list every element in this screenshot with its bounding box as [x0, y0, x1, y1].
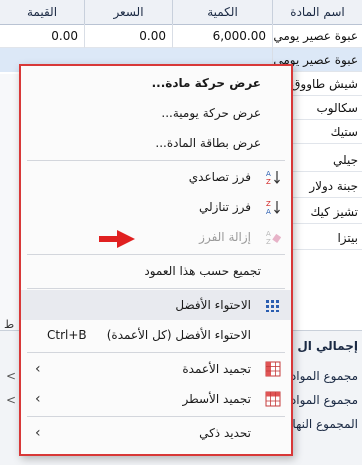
menu-item-label: تجميع حسب هذا العمود [144, 264, 261, 278]
shortcut-label: Ctrl+B [47, 328, 87, 342]
menu-item-label: فرز تصاعدي [188, 170, 251, 184]
context-menu: عرض حركة مادة... عرض حركة يومية... عرض ب… [19, 64, 293, 456]
menu-item-group-by-column[interactable]: تجميع حسب هذا العمود [21, 256, 291, 286]
name-cell: بيتزا [292, 226, 362, 250]
svg-text:A: A [266, 208, 271, 215]
svg-text:Z: Z [266, 178, 271, 185]
menu-item-label: الاحتواء الأفضل [175, 298, 251, 312]
totals-row: المجموع النها [292, 417, 358, 431]
clear-sort-icon: A Z [266, 230, 281, 245]
chevron-left-icon: ‹ [35, 391, 41, 407]
totals-row: مجموع المواد [290, 369, 358, 383]
menu-item-label: إزالة الفرز [199, 230, 251, 244]
table-row[interactable]: 0.00 0.00 6,000.00 عبوة عصير يومي مناسب [0, 24, 362, 48]
freeze-columns-icon [265, 361, 281, 377]
menu-item-smart-select[interactable]: تحديد ذكي ‹ [21, 418, 291, 448]
value-cell: 0.00 [0, 24, 84, 48]
annotation-arrow-icon [99, 230, 135, 248]
best-fit-icon [266, 300, 279, 312]
menu-item-best-fit-all-columns[interactable]: الاحتواء الأفضل (كل الأعمدة) Ctrl+B [21, 320, 291, 350]
menu-separator [27, 416, 285, 417]
svg-text:Z: Z [266, 200, 271, 208]
menu-item-freeze-rows[interactable]: تجميد الأسطر ‹ [21, 384, 291, 414]
menu-separator [27, 254, 285, 255]
menu-item-sort-descending[interactable]: فرز تنازلي Z A [21, 192, 291, 222]
menu-item-item-movement[interactable]: عرض حركة مادة... [21, 68, 291, 98]
chevron-left-icon: ‹ [35, 425, 41, 441]
menu-item-label: الاحتواء الأفضل (كل الأعمدة) [106, 328, 251, 342]
menu-separator [27, 352, 285, 353]
column-header-value[interactable]: القيمة [0, 0, 84, 24]
name-cell: ستيك [292, 120, 362, 144]
svg-text:A: A [266, 170, 271, 178]
menu-item-sort-ascending[interactable]: فرز تصاعدي A Z [21, 162, 291, 192]
chevron-left-icon: < [6, 393, 17, 407]
menu-item-clear-sort: إزالة الفرز A Z [21, 222, 291, 252]
name-cell: سكالوب [292, 96, 362, 120]
menu-item-best-fit[interactable]: الاحتواء الأفضل [21, 290, 291, 320]
menu-item-item-card[interactable]: عرض بطاقة المادة... [21, 128, 291, 158]
sort-descending-icon: Z A [266, 200, 280, 215]
menu-item-freeze-columns[interactable]: تجميد الأعمدة ‹ [21, 354, 291, 384]
menu-item-label: عرض حركة مادة... [151, 76, 261, 90]
name-cell: شيش طاووق [292, 72, 362, 96]
menu-separator [27, 288, 285, 289]
name-cell: تشيز كيك [292, 200, 362, 224]
chevron-left-icon: ‹ [35, 361, 41, 377]
menu-item-label: فرز تنازلي [198, 200, 251, 214]
totals-row: مجموع المواد [290, 393, 358, 407]
menu-item-label: عرض بطاقة المادة... [155, 136, 261, 150]
column-header-qty[interactable]: الكمية [172, 0, 272, 24]
name-cell: جبنة دولار [292, 174, 362, 198]
totals-title: إجمالي ال [297, 339, 358, 353]
menu-separator [27, 160, 285, 161]
name-cell: جيلي [292, 148, 362, 172]
chevron-left-icon: < [6, 369, 17, 383]
svg-text:Z: Z [266, 238, 271, 245]
grid-header: القيمة السعر الكمية اسم المادة [0, 0, 362, 25]
column-header-name[interactable]: اسم المادة [272, 0, 362, 24]
name-cell: عبوة عصير يومي مناسب [272, 24, 362, 48]
price-cell: 0.00 [84, 24, 172, 48]
menu-item-label: عرض حركة يومية... [161, 106, 261, 120]
menu-item-label: تجميد الأعمدة [182, 362, 251, 376]
svg-text:A: A [266, 230, 271, 238]
menu-item-label: تجميد الأسطر [182, 392, 251, 406]
menu-item-daily-movement[interactable]: عرض حركة يومية... [21, 98, 291, 128]
qty-cell: 6,000.00 [172, 24, 272, 48]
freeze-rows-icon [265, 391, 281, 407]
menu-item-label: تحديد ذكي [199, 426, 251, 440]
column-header-price[interactable]: السعر [84, 0, 172, 24]
sort-ascending-icon: A Z [266, 170, 280, 185]
